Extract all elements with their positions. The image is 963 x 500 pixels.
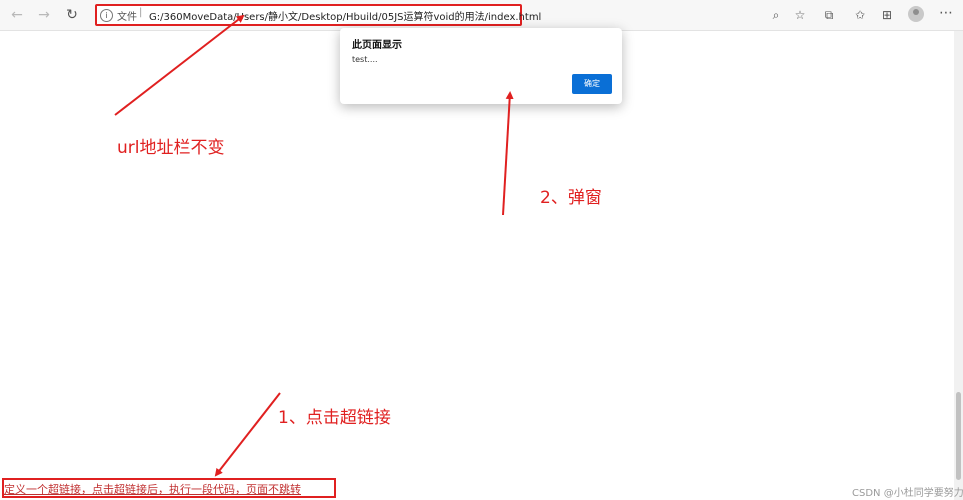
click-link-note: 1、点击超链接 xyxy=(278,408,391,428)
annotation-arrows xyxy=(114,14,514,477)
watermark: CSDN @小杜同学要努力 xyxy=(852,488,963,499)
popup-arrow xyxy=(502,91,514,216)
url-arrow xyxy=(114,14,245,116)
click-arrow xyxy=(214,392,281,477)
popup-note: 2、弹窗 xyxy=(540,188,602,208)
void-hyperlink[interactable]: 定义一个超链接，点击超链接后，执行一段代码，页面不跳转 xyxy=(4,481,301,497)
url-unchanged-note: url地址栏不变 xyxy=(117,138,225,158)
